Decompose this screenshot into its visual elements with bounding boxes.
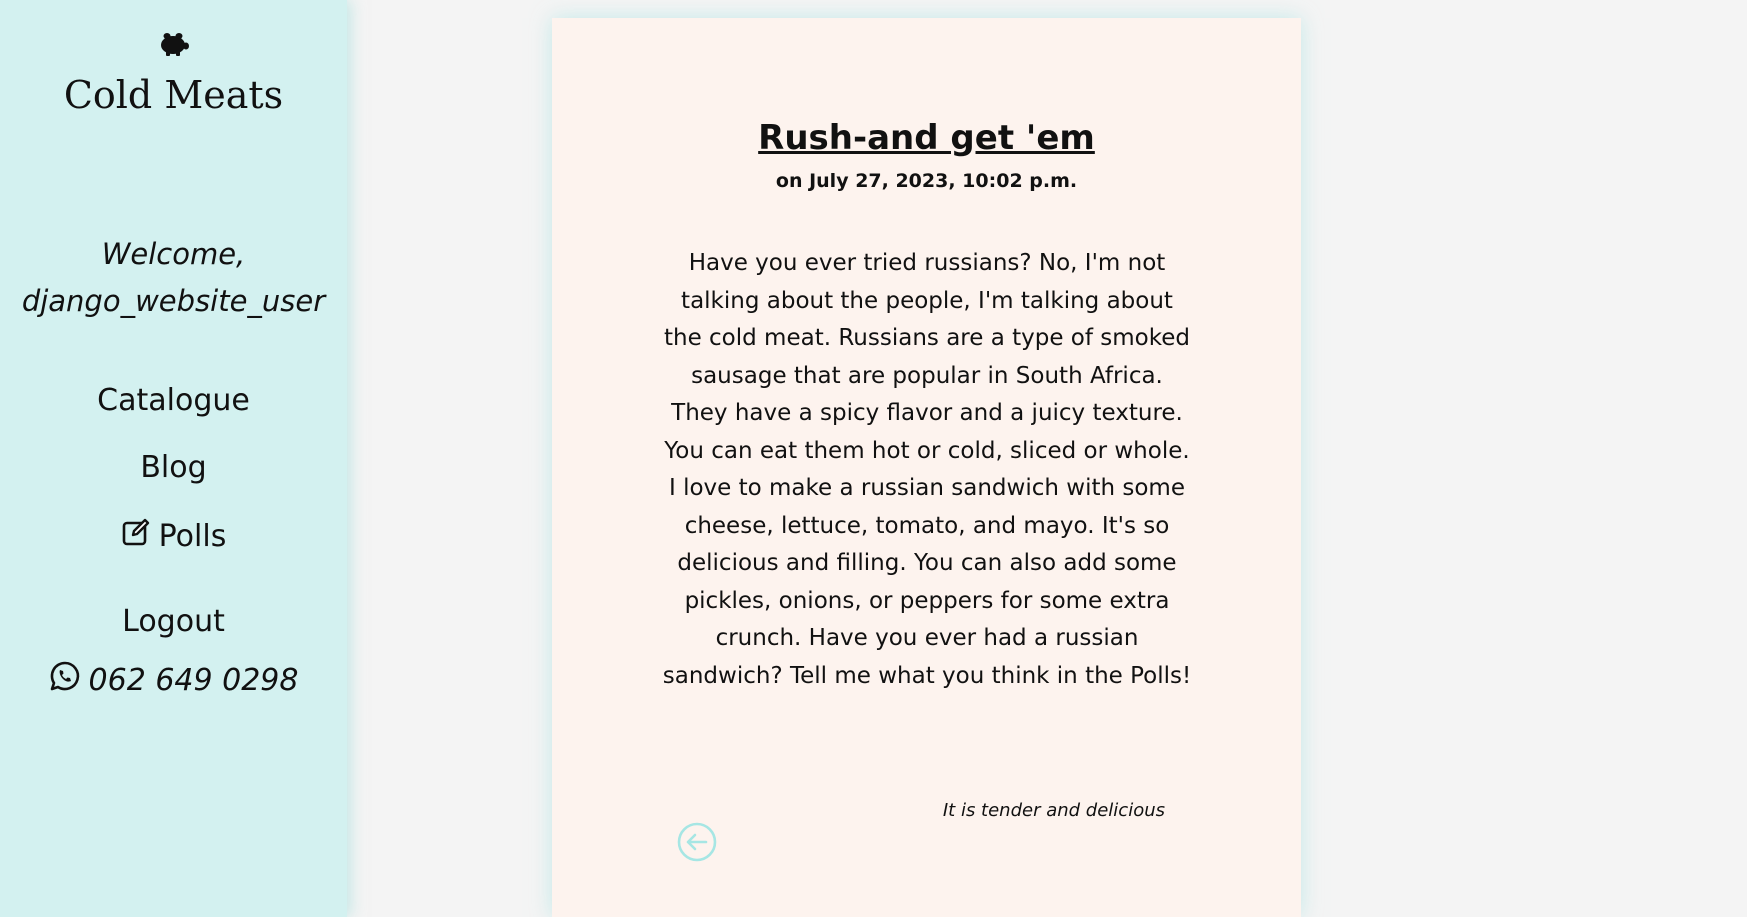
nav-catalogue[interactable]: Catalogue bbox=[0, 383, 347, 418]
pig-icon bbox=[0, 31, 347, 57]
phone-contact[interactable]: 062 649 0298 bbox=[0, 660, 347, 700]
brand-title[interactable]: Cold Meats bbox=[0, 73, 347, 117]
post-tagline: It is tender and delicious bbox=[942, 800, 1165, 821]
post-date: on July 27, 2023, 10:02 p.m. bbox=[775, 170, 1078, 192]
arrow-left-circle-icon bbox=[676, 822, 718, 867]
nav-polls[interactable]: Polls bbox=[0, 517, 347, 555]
nav-blog[interactable]: Blog bbox=[0, 450, 347, 485]
phone-number: 062 649 0298 bbox=[88, 662, 299, 698]
welcome-label: Welcome, bbox=[101, 237, 246, 271]
username: django_website_user bbox=[21, 284, 326, 318]
post-body: Have you ever tried russians? No, I'm no… bbox=[662, 250, 1192, 689]
nav-logout[interactable]: Logout bbox=[0, 604, 347, 639]
welcome-message: Welcome, django_website_user bbox=[0, 231, 347, 325]
sidebar: Cold Meats Welcome, django_website_user … bbox=[0, 0, 347, 917]
blog-post-card: Rush-and get 'em on July 27, 2023, 10:02… bbox=[552, 18, 1301, 917]
edit-icon bbox=[121, 517, 151, 555]
nav-polls-label: Polls bbox=[158, 518, 227, 554]
back-button[interactable] bbox=[676, 821, 718, 863]
whatsapp-icon bbox=[49, 660, 81, 700]
post-title[interactable]: Rush-and get 'em bbox=[552, 118, 1301, 158]
